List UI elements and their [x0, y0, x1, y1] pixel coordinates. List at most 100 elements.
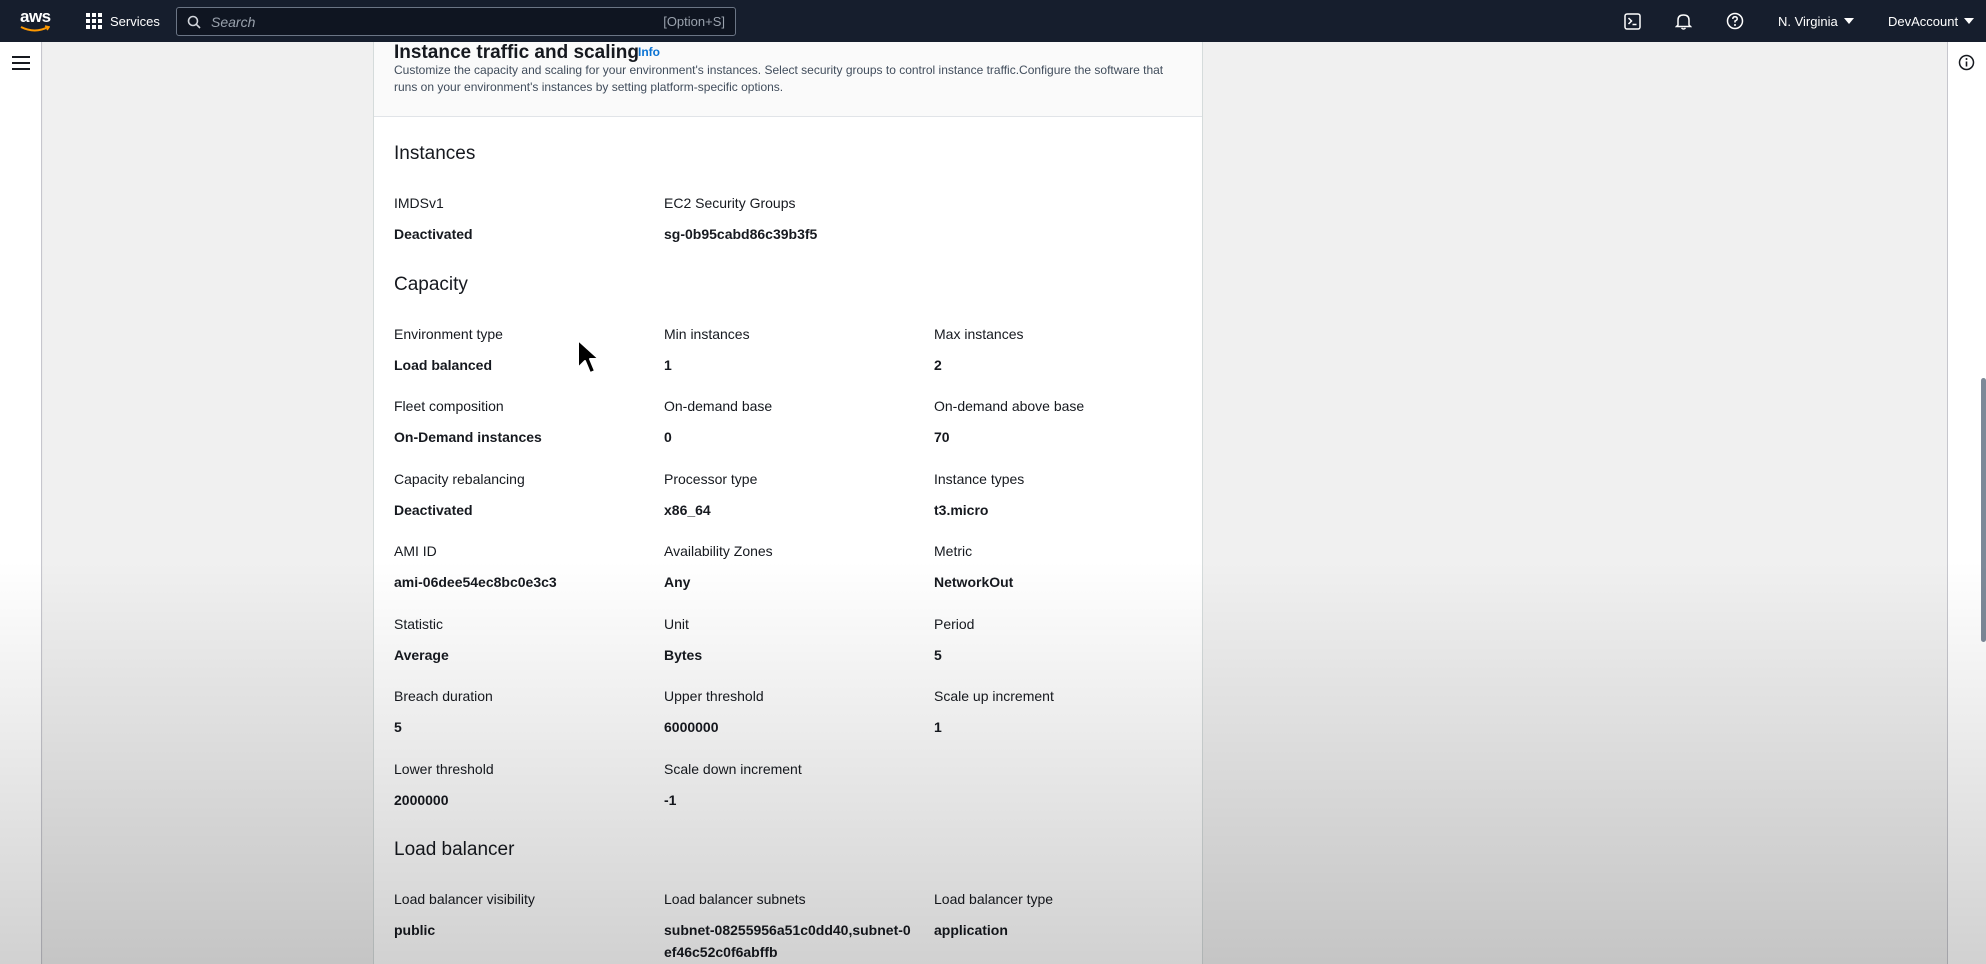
field-label: Processor type	[664, 471, 758, 487]
cloudshell-icon[interactable]	[1622, 11, 1642, 31]
field-value: 2000000	[394, 792, 449, 808]
field-value: Load balanced	[394, 357, 493, 373]
section-title-load-balancer: Load balancer	[394, 839, 515, 860]
field-value: -1	[664, 792, 677, 808]
field-label: Max instances	[934, 326, 1024, 342]
field-value: x86_64	[664, 502, 711, 518]
field-value: subnet-08255956a51c0dd40,subnet-0ef46c52…	[664, 922, 911, 960]
field-scale-down-increment: Scale down increment -1	[664, 760, 924, 811]
field-value: Any	[664, 574, 691, 590]
field-label: Load balancer subnets	[664, 891, 806, 907]
field-statistic: Statistic Average	[394, 615, 654, 666]
field-label: EC2 Security Groups	[664, 195, 796, 211]
field-value: Deactivated	[394, 502, 473, 518]
field-fleet-composition: Fleet composition On-Demand instances	[394, 397, 654, 448]
field-label: Instance types	[934, 471, 1025, 487]
services-label: Services	[110, 13, 160, 29]
field-on-demand-base: On-demand base 0	[664, 397, 924, 448]
field-value: application	[934, 922, 1008, 938]
field-upper-threshold: Upper threshold 6000000	[664, 687, 924, 738]
field-label: Availability Zones	[664, 543, 773, 559]
field-label: Metric	[934, 543, 973, 559]
field-environment-type: Environment type Load balanced	[394, 325, 654, 376]
field-value: ami-06dee54ec8bc0e3c3	[394, 574, 557, 590]
field-value: Average	[394, 647, 449, 663]
instance-traffic-scaling-panel: Instance traffic and scaling Info Custom…	[373, 42, 1203, 964]
field-value: NetworkOut	[934, 574, 1014, 590]
field-label: AMI ID	[394, 543, 437, 559]
field-scale-up-increment: Scale up increment 1	[934, 687, 1194, 738]
field-label: Fleet composition	[394, 398, 504, 414]
field-label: Statistic	[394, 616, 444, 632]
account-label: DevAccount	[1888, 13, 1959, 29]
field-capacity-rebalancing: Capacity rebalancing Deactivated	[394, 470, 654, 521]
field-load-balancer-subnets: Load balancer subnets subnet-08255956a51…	[664, 890, 924, 963]
field-imdsv1: IMDSv1 Deactivated	[394, 194, 654, 245]
panel-title: Instance traffic and scaling	[394, 42, 639, 63]
field-value: On-Demand instances	[394, 429, 542, 445]
field-load-balancer-type: Load balancer type application	[934, 890, 1194, 941]
field-availability-zones: Availability Zones Any	[664, 542, 924, 593]
menu-icon[interactable]	[12, 56, 30, 70]
section-title-capacity: Capacity	[394, 274, 468, 295]
field-label: Scale up increment	[934, 688, 1054, 704]
field-value: 5	[394, 719, 402, 735]
search-shortcut-hint: [Option+S]	[663, 14, 725, 29]
account-menu[interactable]: DevAccount	[1888, 13, 1975, 29]
field-ec2-security-groups: EC2 Security Groups sg-0b95cabd86c39b3f5	[664, 194, 924, 245]
field-label: Period	[934, 616, 975, 632]
field-label: Unit	[664, 616, 689, 632]
chevron-down-icon	[1843, 18, 1854, 24]
page-scrollbar[interactable]	[1981, 378, 1986, 642]
search-input[interactable]	[211, 13, 664, 30]
mouse-cursor-icon	[577, 339, 600, 374]
field-value: t3.micro	[934, 502, 989, 518]
info-icon[interactable]	[1958, 54, 1975, 71]
region-label: N. Virginia	[1778, 13, 1838, 29]
field-value: 2	[934, 357, 942, 373]
field-label: Load balancer visibility	[394, 891, 535, 907]
section-title-instances: Instances	[394, 143, 476, 164]
field-min-instances: Min instances 1	[664, 325, 924, 376]
field-value: 5	[934, 647, 942, 663]
field-max-instances: Max instances 2	[934, 325, 1194, 376]
field-label: Lower threshold	[394, 761, 494, 777]
search-bar[interactable]: [Option+S]	[176, 7, 736, 36]
field-value: 6000000	[664, 719, 719, 735]
field-load-balancer-visibility: Load balancer visibility public	[394, 890, 654, 941]
field-lower-threshold: Lower threshold 2000000	[394, 760, 654, 811]
field-value: Bytes	[664, 647, 703, 663]
panel-header: Instance traffic and scaling Info Custom…	[374, 42, 1202, 117]
field-label: On-demand base	[664, 398, 773, 414]
aws-logo[interactable]: aws	[18, 7, 54, 35]
bell-icon[interactable]	[1673, 11, 1693, 31]
field-label: Upper threshold	[664, 688, 764, 704]
field-value: 70	[934, 429, 950, 445]
field-value: 0	[664, 429, 672, 445]
help-icon[interactable]	[1725, 11, 1745, 31]
field-label: Environment type	[394, 326, 503, 342]
services-menu-button[interactable]: Services	[86, 0, 160, 42]
field-value: public	[394, 922, 436, 938]
field-unit: Unit Bytes	[664, 615, 924, 666]
region-selector[interactable]: N. Virginia	[1778, 14, 1854, 29]
field-value: 1	[664, 357, 672, 373]
field-period: Period 5	[934, 615, 1194, 666]
field-value: 1	[934, 719, 942, 735]
info-link[interactable]: Info	[638, 45, 660, 59]
field-ami-id: AMI ID ami-06dee54ec8bc0e3c3	[394, 542, 654, 593]
field-value: Deactivated	[394, 226, 473, 242]
field-label: Load balancer type	[934, 891, 1054, 907]
field-label: Scale down increment	[664, 761, 802, 777]
chevron-down-icon	[1964, 18, 1975, 24]
field-label: Capacity rebalancing	[394, 471, 525, 487]
field-processor-type: Processor type x86_64	[664, 470, 924, 521]
search-icon	[187, 15, 201, 29]
left-navigation-rail	[0, 42, 42, 964]
top-navigation: aws Services [Option+S]	[0, 0, 1986, 42]
field-label: IMDSv1	[394, 195, 444, 211]
aws-logo-text: aws	[20, 7, 51, 26]
field-label: Breach duration	[394, 688, 493, 704]
aws-smile-icon	[20, 25, 50, 32]
field-on-demand-above-base: On-demand above base 70	[934, 397, 1194, 448]
